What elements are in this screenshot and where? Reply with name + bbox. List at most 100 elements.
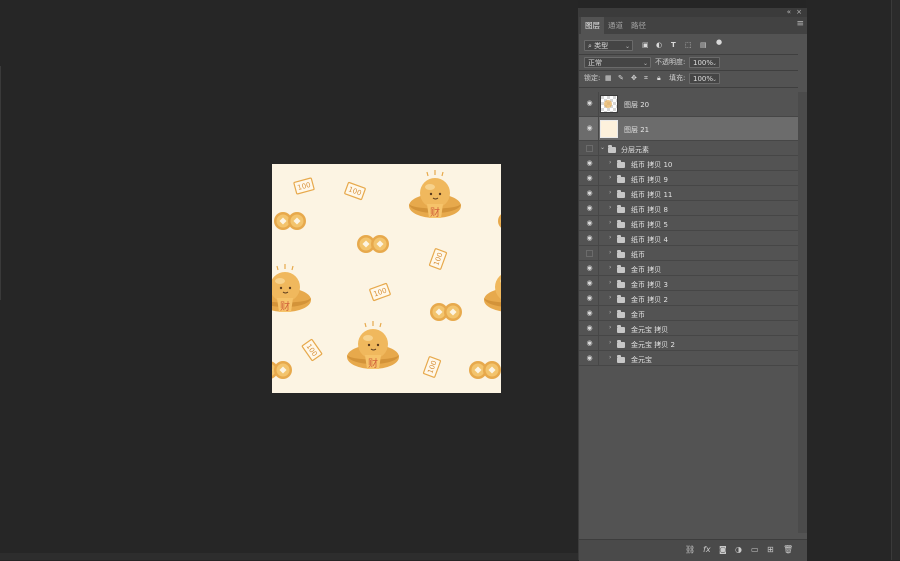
opacity-input[interactable]: 100% ⌄ (689, 57, 720, 68)
tab-layers[interactable]: 图层 (581, 17, 604, 34)
layer-group-row[interactable]: ◉ › 纸币 拷贝 8 (579, 201, 798, 216)
layer-group-row[interactable]: ◉ › 金币 (579, 306, 798, 321)
lock-transparent-icon[interactable]: ▦ (605, 73, 612, 84)
eye-icon[interactable]: ◉ (585, 234, 594, 242)
eye-icon[interactable]: ◉ (585, 159, 594, 167)
chevron-right-icon[interactable]: › (609, 249, 611, 256)
chevron-down-icon: ⌄ (711, 76, 717, 83)
filter-row: ⌕ 类型 ⌄ ▣ ◐ T ⬚ ▤ ● (579, 37, 807, 52)
divider (598, 276, 599, 290)
layer-list-scrollbar[interactable] (798, 92, 807, 533)
status-bar (0, 553, 578, 560)
folder-icon (617, 310, 625, 318)
tab-channels[interactable]: 通道 (604, 17, 627, 34)
lock-position-icon[interactable]: ✥ (631, 73, 637, 84)
eye-icon[interactable]: ◉ (585, 219, 594, 227)
panel-title-bar (579, 8, 807, 17)
chevron-right-icon[interactable]: › (609, 219, 611, 226)
folder-icon (617, 325, 625, 333)
chevron-right-icon[interactable]: › (609, 354, 611, 361)
fill-label: 填充: (669, 74, 686, 82)
chevron-right-icon[interactable]: › (609, 339, 611, 346)
eye-icon[interactable]: ◉ (585, 264, 594, 272)
new-group-icon[interactable]: ▭ (751, 545, 759, 554)
layer-group-row[interactable]: ◉ › 纸币 拷贝 9 (579, 171, 798, 186)
divider (598, 246, 599, 260)
layers-bottom-toolbar: ⛓︎ fx ◙ ◑ ▭ ⊞ 🗑︎ (579, 539, 807, 561)
divider (598, 117, 599, 140)
chevron-right-icon[interactable]: › (609, 234, 611, 241)
image-filter-icon[interactable]: ▣ (642, 40, 649, 51)
eye-icon[interactable]: ◉ (585, 294, 594, 302)
filter-type-dropdown[interactable]: ⌕ 类型 ⌄ (584, 40, 633, 51)
tab-paths[interactable]: 路径 (627, 17, 650, 34)
chevron-right-icon[interactable]: › (609, 279, 611, 286)
layer-group-row[interactable]: ◉ › 金币 拷贝 (579, 261, 798, 276)
text-filter-icon[interactable]: T (671, 40, 676, 51)
layer-group-row[interactable]: ◉ › 纸币 拷贝 5 (579, 216, 798, 231)
layer-group-row[interactable]: ◉ › 金币 拷贝 3 (579, 276, 798, 291)
lock-all-icon[interactable]: 🔒︎ (657, 73, 661, 84)
eye-icon[interactable]: ◉ (585, 339, 594, 347)
divider (579, 70, 798, 71)
eye-icon[interactable]: ◉ (585, 354, 594, 362)
document-canvas[interactable]: 100 财 (272, 164, 501, 393)
right-dock-area (806, 0, 900, 560)
chevron-right-icon[interactable]: › (609, 174, 611, 181)
filter-toggle-icon[interactable]: ● (716, 37, 722, 48)
layer-group-row[interactable]: ⌄ 分层元素 (579, 141, 798, 156)
chevron-down-icon: ⌄ (642, 60, 648, 67)
new-layer-icon[interactable]: ⊞ (767, 545, 774, 554)
blend-mode-dropdown[interactable]: 正常 ⌄ (584, 57, 651, 68)
chevron-right-icon[interactable]: › (609, 159, 611, 166)
panel-menu-icon[interactable]: ≡ (796, 19, 804, 29)
layer-name: 纸币 拷贝 4 (631, 236, 668, 244)
divider (598, 141, 599, 155)
layer-group-row[interactable]: ◉ › 纸币 拷贝 10 (579, 156, 798, 171)
layer-group-row[interactable]: › 纸币 (579, 246, 798, 261)
blend-row: 正常 ⌄ 不透明度: 100% ⌄ (579, 56, 807, 69)
layer-row-20[interactable]: ◉ 图层 20 (579, 92, 798, 117)
eye-icon[interactable]: ◉ (585, 204, 594, 212)
collapse-panel-icon[interactable]: « (787, 8, 791, 17)
layer-group-row[interactable]: ◉ › 纸币 拷贝 11 (579, 186, 798, 201)
layer-group-row[interactable]: ◉ › 金币 拷贝 2 (579, 291, 798, 306)
adjustment-layer-icon[interactable]: ◑ (735, 545, 742, 554)
delete-layer-icon[interactable]: 🗑︎ (783, 545, 793, 554)
chevron-right-icon[interactable]: › (609, 204, 611, 211)
link-layers-icon[interactable]: ⛓︎ (685, 545, 695, 554)
visibility-off-box[interactable] (586, 250, 593, 257)
eye-icon[interactable]: ◉ (585, 124, 594, 132)
layer-group-row[interactable]: ◉ › 金元宝 拷贝 2 (579, 336, 798, 351)
folder-icon (617, 235, 625, 243)
chevron-right-icon[interactable]: › (609, 309, 611, 316)
chevron-right-icon[interactable]: › (609, 324, 611, 331)
add-mask-icon[interactable]: ◙ (719, 545, 727, 554)
layer-group-row[interactable]: ◉ › 纸币 拷贝 4 (579, 231, 798, 246)
eye-icon[interactable]: ◉ (585, 189, 594, 197)
eye-icon[interactable]: ◉ (585, 309, 594, 317)
lock-artboard-icon[interactable]: ⌗ (644, 73, 648, 84)
eye-icon[interactable]: ◉ (585, 324, 594, 332)
adjustment-filter-icon[interactable]: ◐ (656, 40, 662, 51)
shape-filter-icon[interactable]: ⬚ (685, 40, 692, 51)
smart-object-filter-icon[interactable]: ▤ (700, 40, 707, 51)
close-icon[interactable]: × (796, 8, 802, 17)
fill-input[interactable]: 100% ⌄ (689, 73, 720, 84)
layer-group-row[interactable]: ◉ › 金元宝 拷贝 (579, 321, 798, 336)
eye-icon[interactable]: ◉ (585, 279, 594, 287)
divider (598, 306, 599, 320)
layer-row-21[interactable]: ◉ 图层 21 (579, 117, 798, 141)
chevron-right-icon[interactable]: › (609, 189, 611, 196)
fx-icon[interactable]: fx (703, 545, 711, 554)
layer-group-row[interactable]: ◉ › 金元宝 (579, 351, 798, 366)
visibility-off-box[interactable] (586, 145, 593, 152)
chevron-down-icon[interactable]: ⌄ (600, 144, 605, 151)
eye-icon[interactable]: ◉ (585, 99, 594, 107)
eye-icon[interactable]: ◉ (585, 174, 594, 182)
lock-paint-icon[interactable]: ✎ (618, 73, 624, 84)
chevron-right-icon[interactable]: › (609, 294, 611, 301)
opacity-label: 不透明度: (655, 58, 686, 66)
chevron-right-icon[interactable]: › (609, 264, 611, 271)
chevron-down-icon: ⌄ (711, 60, 717, 67)
